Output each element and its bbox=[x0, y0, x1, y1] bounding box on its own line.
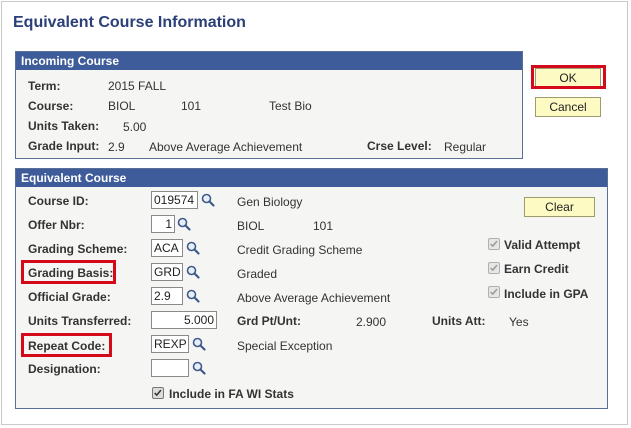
units-taken-value: 5.00 bbox=[123, 120, 147, 134]
units-att-value: Yes bbox=[509, 315, 529, 329]
offer-nbr-input[interactable]: 1 bbox=[151, 215, 175, 233]
crse-level-label: Crse Level: bbox=[367, 139, 432, 153]
grade-points-label: Grd Pt/Unt: bbox=[237, 314, 301, 328]
grading-scheme-label: Grading Scheme: bbox=[28, 242, 128, 256]
official-grade-input[interactable]: 2.9 bbox=[151, 287, 183, 305]
clear-button[interactable]: Clear bbox=[524, 197, 595, 217]
course-label: Course: bbox=[28, 99, 74, 113]
designation-input[interactable] bbox=[151, 359, 189, 377]
official-grade-desc: Above Average Achievement bbox=[237, 291, 391, 305]
checkmark-icon bbox=[154, 389, 162, 397]
earn-credit-checkbox[interactable] bbox=[488, 262, 500, 274]
incoming-course-header: Incoming Course bbox=[16, 52, 522, 70]
course-subject: BIOL bbox=[108, 99, 136, 113]
repeat-code-highlight bbox=[21, 333, 112, 357]
course-id-lookup-icon[interactable] bbox=[201, 193, 215, 207]
crse-level-value: Regular bbox=[444, 140, 487, 154]
grading-basis-lookup-icon[interactable] bbox=[186, 265, 200, 279]
course-id-desc: Gen Biology bbox=[237, 195, 303, 209]
offer-nbr-lookup-icon[interactable] bbox=[177, 217, 191, 231]
course-number: 101 bbox=[181, 99, 202, 113]
repeat-code-desc: Special Exception bbox=[237, 339, 333, 353]
grading-scheme-input[interactable]: ACA bbox=[151, 239, 183, 257]
checkmark-icon bbox=[490, 264, 498, 272]
checkmark-icon bbox=[490, 288, 498, 296]
checkmark-icon bbox=[490, 240, 498, 248]
offer-nbr-label: Offer Nbr: bbox=[28, 218, 85, 232]
repeat-code-lookup-icon[interactable] bbox=[192, 337, 206, 351]
units-transferred-input[interactable]: 5.000 bbox=[151, 311, 217, 329]
units-att-label: Units Att: bbox=[432, 314, 486, 328]
course-id-input[interactable]: 019574 bbox=[151, 191, 198, 209]
grade-points-value: 2.900 bbox=[356, 315, 387, 329]
official-grade-label: Official Grade: bbox=[28, 290, 111, 304]
grade-input-value: 2.9 bbox=[108, 140, 125, 154]
grading-basis-highlight bbox=[21, 260, 116, 284]
term-label: Term: bbox=[28, 79, 61, 93]
course-title: Test Bio bbox=[269, 99, 312, 113]
grading-scheme-lookup-icon[interactable] bbox=[186, 241, 200, 255]
grading-scheme-desc: Credit Grading Scheme bbox=[237, 243, 363, 257]
include-fa-label: Include in FA WI Stats bbox=[169, 387, 294, 401]
offer-subject: BIOL bbox=[237, 219, 265, 233]
equivalent-course-header: Equivalent Course bbox=[16, 169, 607, 187]
repeat-code-input[interactable]: REXP bbox=[151, 335, 189, 353]
include-gpa-label: Include in GPA bbox=[504, 287, 589, 301]
grade-input-desc: Above Average Achievement bbox=[149, 140, 303, 154]
offer-number: 101 bbox=[313, 219, 334, 233]
valid-attempt-label: Valid Attempt bbox=[504, 238, 581, 252]
term-value: 2015 FALL bbox=[108, 79, 167, 93]
include-fa-checkbox[interactable] bbox=[152, 387, 164, 399]
cancel-button[interactable]: Cancel bbox=[535, 97, 601, 117]
official-grade-lookup-icon[interactable] bbox=[186, 289, 200, 303]
earn-credit-label: Earn Credit bbox=[504, 262, 569, 276]
grading-basis-input[interactable]: GRD bbox=[151, 263, 183, 281]
designation-label: Designation: bbox=[28, 362, 101, 376]
units-taken-label: Units Taken: bbox=[28, 119, 100, 133]
units-transferred-label: Units Transferred: bbox=[28, 314, 132, 328]
course-id-label: Course ID: bbox=[28, 194, 89, 208]
designation-lookup-icon[interactable] bbox=[192, 361, 206, 375]
ok-highlight bbox=[531, 65, 606, 89]
grade-input-label: Grade Input: bbox=[28, 139, 100, 153]
page-title: Equivalent Course Information bbox=[13, 14, 246, 31]
grading-basis-desc: Graded bbox=[237, 267, 278, 281]
valid-attempt-checkbox[interactable] bbox=[488, 238, 500, 250]
include-gpa-checkbox[interactable] bbox=[488, 286, 500, 298]
